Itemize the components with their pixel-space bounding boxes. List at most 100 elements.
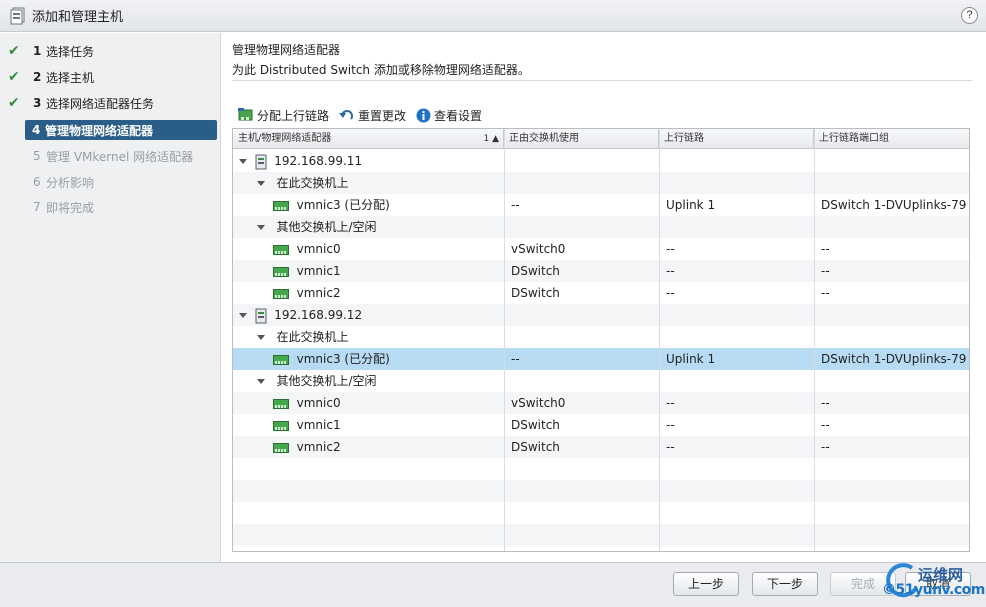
- group-row[interactable]: 其他交换机上/空闲: [233, 370, 969, 392]
- cell-text: 在此交换机上: [276, 330, 349, 344]
- adapter-row[interactable]: vmnic0 vSwitch0 -- --: [233, 392, 969, 414]
- column-header-uplink[interactable]: 上行链路: [659, 129, 814, 149]
- cell-adapter: vmnic0: [273, 238, 341, 260]
- network-adapter-icon: [273, 420, 289, 431]
- step-5: 5 管理 VMkernel 网络适配器: [0, 145, 221, 167]
- back-button[interactable]: 上一步: [673, 572, 739, 596]
- cell-in-use-by: vSwitch0: [511, 242, 566, 256]
- collapse-arrow-icon[interactable]: [257, 379, 265, 384]
- step-label: 选择任务: [46, 44, 95, 59]
- collapse-arrow-icon[interactable]: [239, 313, 247, 318]
- group-row[interactable]: 在此交换机上: [233, 326, 969, 348]
- view-settings-button[interactable]: 查看设置: [416, 107, 482, 124]
- step-2[interactable]: ✔ 2 选择主机: [0, 66, 221, 88]
- adapter-row[interactable]: vmnic3 (已分配) -- Uplink 1 DSwitch 1-DVUplink…: [233, 194, 969, 216]
- step-number: 2: [33, 70, 42, 84]
- column-header-label: 主机/物理网络适配器: [238, 133, 332, 144]
- empty-row: [233, 502, 969, 524]
- adapter-row[interactable]: vmnic1 DSwitch -- --: [233, 260, 969, 282]
- step-label: 选择网络适配器任务: [46, 96, 155, 111]
- step-label: 管理 VMkernel 网络适配器: [46, 149, 194, 164]
- host-row[interactable]: 192.168.99.12: [233, 304, 969, 326]
- collapse-arrow-icon[interactable]: [239, 159, 247, 164]
- cell-in-use-by: --: [511, 198, 520, 212]
- cell-text: vmnic3 (已分配): [296, 198, 390, 212]
- step-4-active[interactable]: 4 管理物理网络适配器: [25, 120, 217, 140]
- cell-adapter: vmnic0: [273, 392, 341, 414]
- step-1[interactable]: ✔ 1 选择任务: [0, 40, 221, 62]
- cell-uplink: --: [666, 264, 675, 278]
- adapter-grid[interactable]: 主机/物理网络适配器 1 ▲ 正由交换机使用 上行链路 上行链路端口组 192.…: [232, 128, 970, 552]
- empty-row: [233, 480, 969, 502]
- collapse-arrow-icon[interactable]: [257, 181, 265, 186]
- network-adapter-icon: [273, 288, 289, 299]
- adapter-row[interactable]: vmnic1 DSwitch -- --: [233, 414, 969, 436]
- step-number: 3: [33, 96, 42, 110]
- grid-toolbar: 分配上行链路 重置更改 查看设置: [238, 106, 492, 124]
- cell-uplink-portgroup: --: [821, 242, 830, 256]
- cell-adapter: 其他交换机上/空闲: [257, 370, 377, 392]
- grid-header: 主机/物理网络适配器 1 ▲ 正由交换机使用 上行链路 上行链路端口组: [233, 129, 969, 149]
- column-header-in-use-by[interactable]: 正由交换机使用: [504, 129, 659, 149]
- cell-uplink-portgroup: DSwitch 1-DVUplinks-79: [821, 198, 967, 212]
- window-title: 添加和管理主机: [32, 10, 124, 25]
- adapter-row[interactable]: vmnic3 (已分配) -- Uplink 1 DSwitch 1-DVUplink…: [233, 348, 969, 370]
- cell-in-use-by: --: [511, 352, 520, 366]
- page-description: 为此 Distributed Switch 添加或移除物理网络适配器。: [232, 63, 530, 77]
- step-number: 5: [33, 149, 41, 163]
- column-header-uplink-portgroup[interactable]: 上行链路端口组: [814, 129, 969, 149]
- column-header-adapter[interactable]: 主机/物理网络适配器 1 ▲: [233, 129, 504, 149]
- watermark-line-2: ©51yunv.com: [882, 582, 985, 598]
- cell-adapter: 192.168.99.11: [239, 150, 362, 172]
- assign-uplink-icon: [238, 108, 253, 121]
- check-icon: ✔: [8, 95, 20, 111]
- help-icon[interactable]: ?: [961, 7, 978, 24]
- network-adapter-icon: [273, 354, 289, 365]
- column-divider: [659, 129, 660, 551]
- adapter-row[interactable]: vmnic0 vSwitch0 -- --: [233, 238, 969, 260]
- cell-adapter: vmnic1: [273, 260, 341, 282]
- cell-text: 其他交换机上/空闲: [276, 220, 377, 234]
- info-icon: [416, 108, 431, 122]
- step-number: 6: [33, 175, 41, 189]
- host-icon: [255, 308, 267, 323]
- cell-text: 其他交换机上/空闲: [276, 374, 377, 388]
- next-button[interactable]: 下一步: [752, 572, 818, 596]
- adapter-row[interactable]: vmnic2 DSwitch -- --: [233, 436, 969, 458]
- cell-text: 192.168.99.12: [274, 308, 363, 322]
- step-7: 7 即将完成: [0, 196, 221, 218]
- step-3[interactable]: ✔ 3 选择网络适配器任务: [0, 92, 221, 114]
- cell-text: 在此交换机上: [276, 176, 349, 190]
- sort-asc-icon: 1 ▲: [483, 134, 499, 144]
- site-watermark: 运维网 ©51yunv.com: [880, 558, 985, 604]
- step-label: 管理物理网络适配器: [45, 123, 154, 138]
- cell-uplink-portgroup: --: [821, 264, 830, 278]
- wizard-steps: ✔ 1 选择任务 ✔ 2 选择主机 ✔ 3 选择网络适配器任务 4 管理物理网络…: [0, 33, 221, 562]
- group-row[interactable]: 其他交换机上/空闲: [233, 216, 969, 238]
- step-number: 7: [33, 200, 41, 214]
- adapter-row[interactable]: vmnic2 DSwitch -- --: [233, 282, 969, 304]
- cell-uplink-portgroup: --: [821, 286, 830, 300]
- group-row[interactable]: 在此交换机上: [233, 172, 969, 194]
- assign-uplink-label: 分配上行链路: [257, 108, 330, 123]
- cell-text: vmnic2: [296, 286, 341, 300]
- step-label: 分析影响: [46, 175, 95, 190]
- collapse-arrow-icon[interactable]: [257, 225, 265, 230]
- network-adapter-icon: [273, 244, 289, 255]
- empty-row: [233, 458, 969, 480]
- column-divider: [814, 129, 815, 551]
- cell-adapter: vmnic3 (已分配): [273, 194, 390, 216]
- cell-text: vmnic1: [296, 418, 341, 432]
- step-number: 4: [32, 123, 41, 137]
- reset-changes-label: 重置更改: [358, 108, 407, 123]
- cell-adapter: vmnic1: [273, 414, 341, 436]
- cell-uplink: --: [666, 286, 675, 300]
- check-icon: ✔: [8, 43, 20, 59]
- cell-adapter: vmnic2: [273, 436, 341, 458]
- hosts-app-icon: [10, 7, 25, 24]
- host-row[interactable]: 192.168.99.11: [233, 150, 969, 172]
- reset-changes-button[interactable]: 重置更改: [339, 107, 406, 124]
- assign-uplink-button[interactable]: 分配上行链路: [238, 107, 329, 124]
- collapse-arrow-icon[interactable]: [257, 335, 265, 340]
- network-adapter-icon: [273, 442, 289, 453]
